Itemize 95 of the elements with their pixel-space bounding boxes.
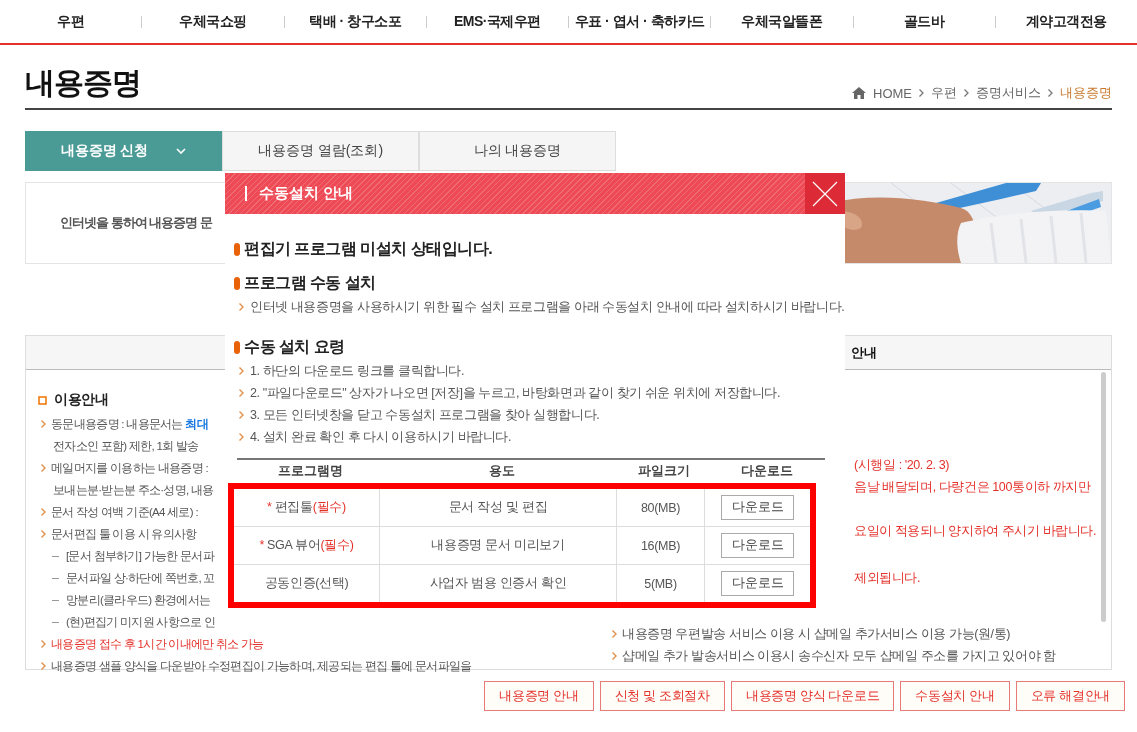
column-header: 프로그램명 (276, 463, 344, 480)
bullet-icon (41, 508, 46, 516)
info-text: 전자소인 포함) 제한, 1회 발송 (53, 438, 199, 454)
guide-button[interactable]: 오류 해결안내 (1015, 681, 1125, 711)
instruction-text: 3. 모든 인터넷창을 닫고 수동설치 프로그램을 찾아 실행합니다. (250, 406, 600, 424)
pill-icon (234, 340, 240, 354)
chevron-icon (919, 89, 924, 97)
tab[interactable]: 내용증명 열람(조회) (222, 131, 419, 171)
info-text: 음날 배달되며, 다량건은 100통이하 까지만 (854, 478, 1091, 496)
guide-button[interactable]: 신청 및 조회절차 (599, 681, 725, 711)
section-heading: 프로그램 수동 설치 (244, 272, 376, 293)
info-text: 망분리(클라우드) 환경에서는 (66, 592, 211, 608)
info-text: 문서편집 툴 이용 시 유의사항 (51, 526, 197, 542)
info-text: 내용증명 접수 후 1시간 이내에만 취소 가능 (51, 636, 264, 652)
info-text: 문서 작성 여백 기준(A4 세로) : (51, 504, 198, 520)
square-icon (38, 395, 47, 405)
tab[interactable]: 나의 내용증명 (419, 131, 616, 171)
dash-icon (52, 599, 59, 601)
info-text: 내용증명 샘플 양식을 다운받아 수정편집이 가능하며, 제공되는 편집 툴에 문서파일을 (51, 658, 472, 674)
page-title: 내용증명 (25, 65, 141, 101)
info-text: 문서파일 상·하단에 쪽번호, 꼬 (66, 570, 215, 586)
info-text: 이용안내 (54, 391, 108, 409)
bullet-icon (41, 530, 46, 538)
table-cell: 문서 작성 및 편집 (448, 499, 548, 516)
dash-icon (52, 577, 59, 579)
program-name: * 편집툴(필수) (267, 499, 346, 516)
bullet-icon (239, 367, 244, 375)
bullet-icon (41, 420, 46, 428)
instruction-text: 1. 하단의 다운로드 링크를 클릭합니다. (250, 362, 464, 380)
guide-button[interactable]: 내용증명 안내 (484, 681, 594, 711)
dash-icon (52, 555, 59, 557)
guide-button[interactable]: 내용증명 양식 다운로드 (730, 681, 895, 711)
nav-link[interactable]: 택배 · 창구소포 (284, 12, 426, 31)
dash-icon (52, 621, 59, 623)
bullet-icon (612, 652, 617, 660)
info-text: 동문내용증명 : 내용문서는 최대 (51, 416, 208, 432)
column-header: 파일크기 (637, 463, 691, 480)
bullet-icon (239, 433, 244, 441)
info-text: 내용증명 우편발송 서비스 이용 시 샵메일 추가서비스 이용 가능(원/통) (622, 625, 1010, 643)
bullet-icon (41, 464, 46, 472)
table-cell: 16(MB) (640, 538, 681, 553)
bullet-icon (612, 630, 617, 638)
instruction-text: 2. "파일다운로드" 상자가 나오면 [저장]을 누르고, 바탕화면과 같이 찾기 쉬운 위치에 저장합니다. (250, 384, 780, 402)
info-text: 보내는분·받는분 주소·성명, 내용 (53, 482, 214, 498)
table-cell: 사업자 범용 인증서 확인 (429, 575, 567, 592)
close-icon (812, 180, 838, 207)
nav-link[interactable]: 골드바 (853, 12, 995, 31)
intro-text: 인터넷을 통하여 내용증명 문 (60, 214, 212, 232)
breadcrumb-link[interactable]: 우편 (931, 84, 957, 102)
column-header: 다운로드 (739, 463, 794, 480)
info-text: 샵메일 추가 발송서비스 이용시 송수신자 모두 샵메일 주소를 가지고 있어야 함 (622, 647, 1056, 665)
dialog-title: 수동설치 안내 (259, 184, 354, 203)
bullet-icon (41, 640, 46, 648)
info-text: 제외됩니다. (854, 569, 921, 587)
info-text: (시행일 : '20. 2. 3) (854, 456, 950, 474)
instruction-text: 4. 설치 완료 확인 후 다시 이용하시기 바랍니다. (250, 428, 511, 446)
nav-link[interactable]: 우체국알뜰폰 (711, 12, 853, 31)
section-heading: 편집기 프로그램 미설치 상태입니다. (244, 238, 493, 259)
scrollbar[interactable] (1101, 372, 1106, 622)
info-text: 메일머지를 이용하는 내용증명 : (51, 460, 208, 476)
program-name: 공동인증(선택) (264, 575, 349, 592)
chevron-icon (1048, 89, 1053, 97)
breadcrumb-link[interactable]: 증명서비스 (976, 84, 1041, 102)
nav-link[interactable]: 우편 (0, 12, 142, 31)
panel-title: 안내 (851, 343, 877, 362)
bullet-icon (239, 389, 244, 397)
program-name: * SGA 뷰어(필수) (259, 537, 354, 554)
instruction-text: 인터넷 내용증명을 사용하시기 위한 필수 설치 프로그램을 아래 수동설치 안내에 따라 설치하시기 바랍니다. (250, 298, 845, 316)
download-button[interactable]: 다운로드 (721, 495, 794, 520)
nav-link[interactable]: 계약고객전용 (995, 12, 1137, 31)
download-button[interactable]: 다운로드 (721, 571, 794, 596)
chevron-icon (964, 89, 969, 97)
nav-link[interactable]: 우표 · 엽서 · 축하카드 (569, 12, 711, 31)
table-cell: 내용증명 문서 미리보기 (431, 537, 565, 554)
download-button[interactable]: 다운로드 (721, 533, 794, 558)
close-button[interactable] (805, 173, 845, 214)
info-text: (현)편집기 미지원 사항으로 인 (66, 614, 216, 630)
table-cell: 5(MB) (644, 576, 677, 591)
info-text: 요일이 적용되니 양지하여 주시기 바랍니다. (854, 522, 1097, 540)
pill-icon (234, 276, 240, 290)
bullet-icon (239, 303, 244, 311)
chevron-down-icon (176, 148, 187, 154)
pill-icon (234, 242, 240, 256)
table-cell: 80(MB) (640, 500, 681, 515)
nav-link[interactable]: EMS·국제우편 (426, 12, 568, 31)
info-text: [문서 첨부하기] 가능한 문서파 (66, 548, 215, 564)
guide-button[interactable]: 수동설치 안내 (900, 681, 1010, 711)
breadcrumb-link[interactable]: HOME (873, 85, 912, 101)
section-heading: 수동 설치 요령 (244, 336, 345, 357)
bullet-icon (239, 411, 244, 419)
column-header: 용도 (487, 463, 516, 480)
home-icon (852, 87, 866, 99)
nav-link[interactable]: 우체국쇼핑 (142, 12, 284, 31)
bullet-icon (41, 662, 46, 670)
breadcrumb-link[interactable]: 내용증명 (1060, 84, 1112, 102)
